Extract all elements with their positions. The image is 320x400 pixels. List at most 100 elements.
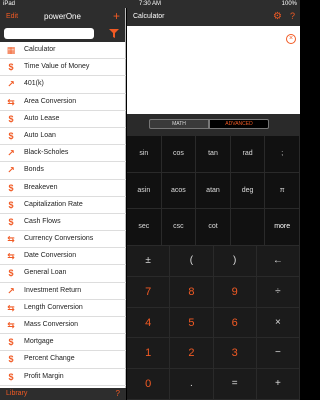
key-tan[interactable]: tan xyxy=(196,136,231,173)
battery-label: 100% xyxy=(281,1,297,7)
trend-chart-icon: ↗ xyxy=(7,79,15,90)
key-rad[interactable]: rad xyxy=(230,136,266,173)
list-item[interactable]: ↗ Bonds xyxy=(0,162,126,180)
key-sec[interactable]: sec xyxy=(127,209,162,246)
key-π[interactable]: π xyxy=(265,172,300,210)
template-library-panel: Edit powerOne + ▦ Calculator $ Time Value o… xyxy=(0,8,126,400)
status-bar: iPad 7:30 AM 100% xyxy=(0,0,300,8)
dollar-icon: $ xyxy=(8,182,14,193)
gear-icon[interactable]: ⚙ xyxy=(273,11,282,22)
list-item-label: Investment Return xyxy=(24,286,82,294)
list-item-label: Percent Change xyxy=(24,355,75,363)
list-item[interactable]: $ Percent Change xyxy=(0,351,126,369)
list-item-label: Black-Scholes xyxy=(24,149,69,157)
list-item[interactable]: $ Mortgage xyxy=(0,334,126,352)
calculator-header: Calculator ⚙ ? xyxy=(127,8,300,26)
key-atan[interactable]: atan xyxy=(196,172,231,210)
library-button[interactable]: Library xyxy=(6,390,27,397)
dollar-icon: $ xyxy=(8,354,14,365)
list-item-label: Currency Conversions xyxy=(24,235,94,243)
list-item[interactable]: ⇆ Area Conversion xyxy=(0,94,126,111)
list-item-label: Bonds xyxy=(24,166,44,174)
key-sin[interactable]: sin xyxy=(127,136,162,173)
list-item[interactable]: ⇆ Length Conversion xyxy=(0,300,126,317)
key-5[interactable]: 5 xyxy=(170,307,214,339)
key-more[interactable]: more xyxy=(265,209,300,246)
key-plusminus[interactable]: ± xyxy=(127,246,171,277)
filter-icon[interactable] xyxy=(109,29,119,38)
clear-display-icon[interactable]: × xyxy=(286,34,296,44)
key-blank xyxy=(230,209,266,246)
list-item-label: Auto Loan xyxy=(24,131,56,139)
list-item[interactable]: $ Cash Flows xyxy=(0,214,126,232)
list-item[interactable]: ⇆ Date Conversion xyxy=(0,248,126,266)
list-item[interactable]: $ Breakeven xyxy=(0,180,126,197)
key-cot[interactable]: cot xyxy=(196,209,231,246)
list-item[interactable]: $ Profit Margin xyxy=(0,369,126,386)
key-asin[interactable]: asin xyxy=(127,172,162,210)
list-item[interactable]: ↗ 401(k) xyxy=(0,76,126,94)
calculator-display[interactable]: × xyxy=(127,26,300,114)
list-item-label: General Loan xyxy=(24,269,67,277)
key-9[interactable]: 9 xyxy=(213,276,257,308)
add-button[interactable]: + xyxy=(113,9,120,23)
list-item-label: Area Conversion xyxy=(24,97,77,105)
key-8[interactable]: 8 xyxy=(170,276,214,308)
key-csc[interactable]: csc xyxy=(161,209,197,246)
list-item[interactable]: $ Auto Loan xyxy=(0,128,126,146)
trend-chart-icon: ↗ xyxy=(7,148,15,159)
arrows-swap-icon: ⇆ xyxy=(7,320,15,330)
key-rparen[interactable]: ) xyxy=(213,246,257,277)
dollar-icon: $ xyxy=(8,130,14,141)
key-cos[interactable]: cos xyxy=(161,136,197,173)
list-item-label: Calculator xyxy=(24,46,56,53)
list-item[interactable]: $ General Loan xyxy=(0,265,126,283)
key-divide[interactable]: ÷ xyxy=(256,276,300,308)
list-item[interactable]: $ Capitalization Rate xyxy=(0,197,126,214)
list-item-label: Mass Conversion xyxy=(24,321,79,328)
list-item-label: 401(k) xyxy=(24,80,44,88)
help-icon[interactable]: ? xyxy=(116,389,120,398)
key-minus[interactable]: − xyxy=(256,338,300,370)
key-plus[interactable]: + xyxy=(256,369,300,400)
list-item[interactable]: ⇆ Mass Conversion xyxy=(0,317,126,335)
key-equals[interactable]: = xyxy=(213,369,257,400)
key-dot[interactable]: . xyxy=(170,369,214,400)
key-backspace[interactable]: ← xyxy=(256,246,300,277)
key-2[interactable]: 2 xyxy=(170,338,214,370)
calculator-panel: Calculator ⚙ ? × MATH ADVANCED sin cos tan… xyxy=(127,8,300,400)
tab-math[interactable]: MATH xyxy=(149,119,209,129)
help-icon[interactable]: ? xyxy=(290,11,295,22)
list-item[interactable]: ⇆ Currency Conversions xyxy=(0,231,126,249)
list-item[interactable]: ▦ Calculator xyxy=(0,42,126,60)
list-item[interactable]: ↗ Investment Return xyxy=(0,283,126,300)
tab-advanced[interactable]: ADVANCED xyxy=(209,119,269,129)
key-deg[interactable]: deg xyxy=(230,172,266,210)
search-input[interactable] xyxy=(4,28,94,39)
trend-chart-icon: ↗ xyxy=(7,285,15,296)
scientific-keypad: sin cos tan rad; asin acos atan deg π sec csc cot mo… xyxy=(127,136,300,246)
list-item[interactable]: $ Auto Lease xyxy=(0,111,126,128)
template-list: ▦ Calculator $ Time Value of Money ↗ 401(k) ⇆ A… xyxy=(0,42,126,388)
key-;[interactable]: ; xyxy=(265,136,300,173)
list-item-label: Profit Margin xyxy=(24,372,64,380)
key-3[interactable]: 3 xyxy=(213,338,257,370)
key-multiply[interactable]: × xyxy=(256,307,300,339)
arrows-swap-icon: ⇆ xyxy=(7,302,15,313)
key-4[interactable]: 4 xyxy=(127,307,171,339)
key-1[interactable]: 1 xyxy=(127,338,171,370)
list-item-label: Mortgage xyxy=(24,338,54,346)
key-6[interactable]: 6 xyxy=(213,307,257,339)
key-0[interactable]: 0 xyxy=(127,369,171,400)
calculator-title: Calculator xyxy=(133,13,165,20)
list-item-label: Time Value of Money xyxy=(24,63,90,71)
clock: 7:30 AM xyxy=(138,1,161,7)
dollar-icon: $ xyxy=(8,62,14,73)
key-7[interactable]: 7 xyxy=(127,276,171,308)
library-header: Edit powerOne + xyxy=(0,8,125,26)
key-lparen[interactable]: ( xyxy=(170,246,214,277)
dollar-icon: $ xyxy=(8,371,14,382)
list-item[interactable]: ↗ Black-Scholes xyxy=(0,145,126,163)
key-acos[interactable]: acos xyxy=(161,172,197,210)
list-item[interactable]: $ Time Value of Money xyxy=(0,59,126,77)
